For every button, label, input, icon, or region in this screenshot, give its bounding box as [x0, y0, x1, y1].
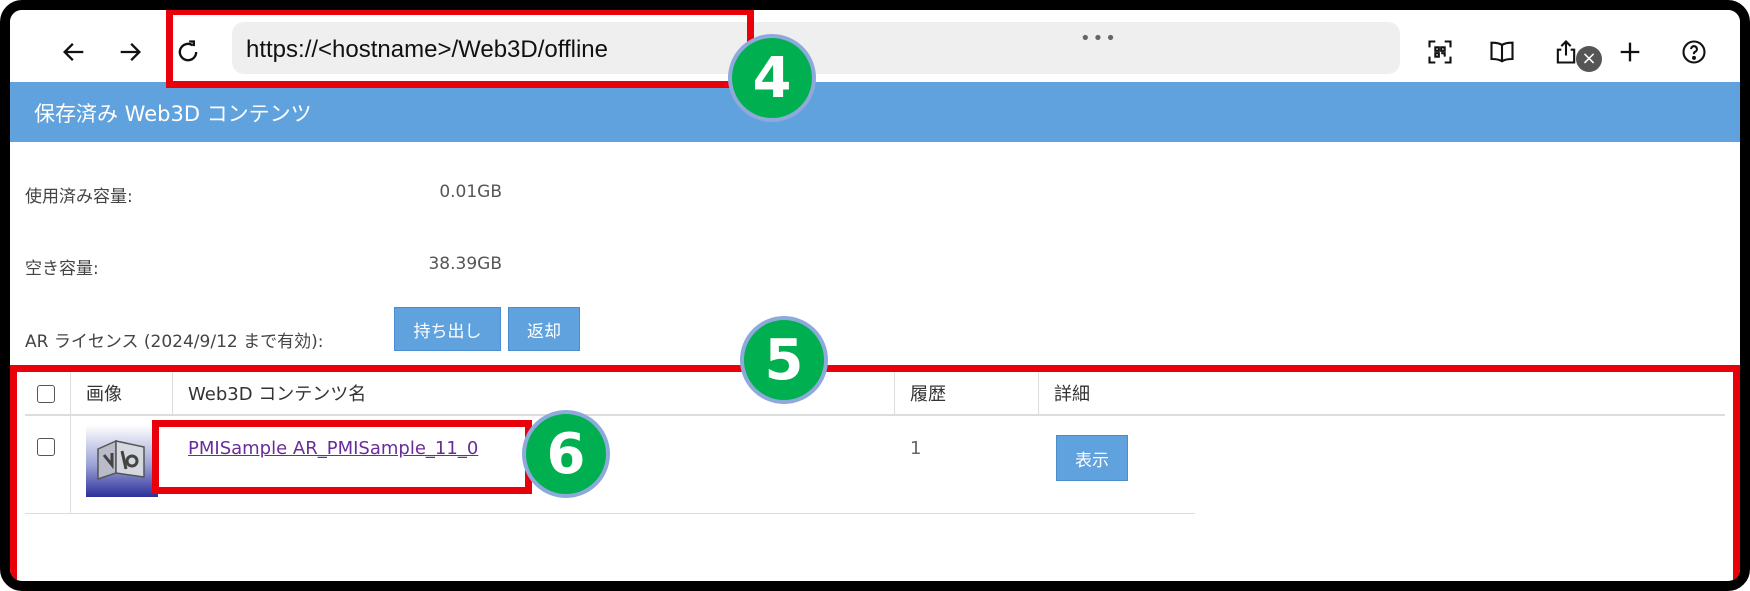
- used-capacity-value: 0.01GB: [439, 182, 502, 202]
- return-button[interactable]: 返却: [508, 307, 580, 351]
- annotation-badge-5: 5: [740, 316, 828, 404]
- annotation-box-url: [166, 10, 754, 88]
- qr-scan-icon: [1428, 40, 1452, 64]
- page-header: 保存済み Web3D コンテンツ: [10, 82, 1740, 142]
- annotation-box-link: [152, 420, 532, 494]
- ar-license-label: AR ライセンス (2024/9/12 まで有効):: [25, 332, 324, 352]
- share-icon: [1556, 40, 1576, 64]
- help-icon: [1682, 40, 1706, 64]
- arrow-left-icon: [63, 43, 84, 61]
- free-capacity-label: 空き容量:: [25, 259, 99, 279]
- free-capacity-value: 38.39GB: [428, 254, 502, 274]
- more-dots-icon[interactable]: •••: [1080, 28, 1118, 49]
- page-title: 保存済み Web3D コンテンツ: [34, 102, 312, 126]
- arrow-right-icon: [120, 43, 141, 61]
- checkout-button[interactable]: 持ち出し: [394, 307, 501, 351]
- help-button[interactable]: [1674, 32, 1714, 72]
- new-tab-button[interactable]: [1610, 32, 1650, 72]
- share-button[interactable]: [1546, 32, 1586, 72]
- bookmarks-button[interactable]: [1482, 32, 1522, 72]
- book-icon: [1490, 41, 1514, 63]
- qr-scan-button[interactable]: [1420, 32, 1460, 72]
- annotation-badge-6: 6: [522, 410, 610, 498]
- used-capacity-label: 使用済み容量:: [25, 187, 133, 207]
- window-frame: https://<hostname>/Web3D/offline ••• × 保…: [0, 0, 1750, 591]
- plus-icon: [1620, 42, 1640, 62]
- forward-button[interactable]: [110, 32, 150, 72]
- back-button[interactable]: [54, 32, 94, 72]
- annotation-badge-4: 4: [728, 34, 816, 122]
